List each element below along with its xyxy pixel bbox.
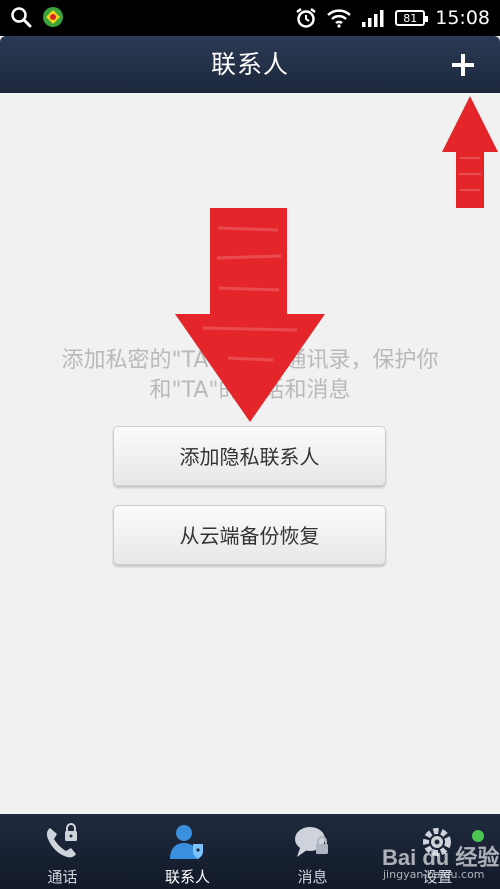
tab-settings-label: 设置 [422, 868, 453, 886]
search-icon [11, 7, 32, 28]
app-header: 联系人 [0, 36, 500, 93]
plus-icon[interactable] [448, 50, 478, 80]
wifi-icon [327, 9, 352, 28]
battery-icon: 81 [395, 10, 429, 26]
message-lock-icon [295, 827, 328, 857]
status-bar: 81 15:08 [0, 0, 500, 36]
app-icon [43, 7, 63, 27]
alarm-icon [296, 8, 316, 28]
empty-state-hint: 添加私密的"TA"到隐私通讯录，保护你 和"TA"的通话和消息 [20, 346, 480, 406]
contact-lock-icon [170, 825, 203, 859]
tab-contacts-label: 联系人 [164, 868, 210, 886]
restore-from-cloud-button[interactable]: 从云端备份恢复 [113, 505, 386, 565]
annotation-arrow-up [442, 96, 498, 208]
battery-level: 81 [403, 11, 418, 25]
page-title: 联系人 [210, 50, 289, 79]
hint-line-1: 添加私密的"TA"到隐私通讯录，保护你 [61, 348, 439, 373]
clock: 15:08 [435, 7, 490, 29]
tab-settings[interactable]: 设置 [375, 814, 500, 889]
tab-calls[interactable]: 通话 [0, 814, 125, 889]
add-private-contact-button[interactable]: 添加隐私联系人 [113, 426, 386, 486]
tab-contacts[interactable]: 联系人 [125, 814, 250, 889]
hint-line-2: 和"TA"的通话和消息 [149, 378, 351, 403]
status-left [10, 6, 64, 28]
phone-lock-icon [46, 823, 77, 858]
gear-lock-icon [423, 828, 451, 856]
tab-calls-label: 通话 [47, 868, 78, 886]
bottom-tab-bar: 通话 联系人 消息 设置 [0, 814, 500, 889]
signal-icon [362, 10, 384, 27]
notification-dot [472, 830, 484, 842]
tab-messages[interactable]: 消息 [250, 814, 375, 889]
status-right: 81 15:08 [295, 0, 490, 36]
tab-messages-label: 消息 [297, 868, 328, 886]
